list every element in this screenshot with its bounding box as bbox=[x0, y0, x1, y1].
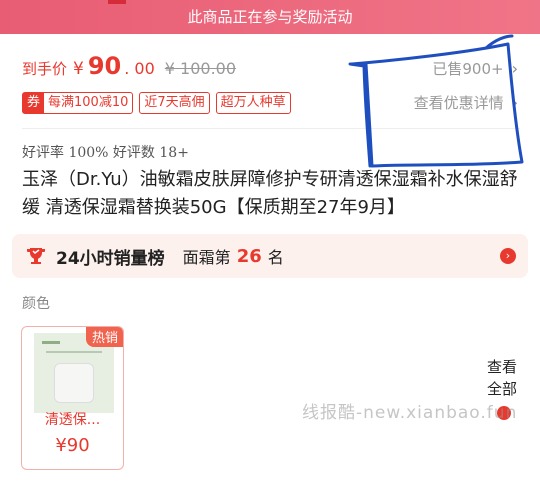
recommend-tag: 超万人种草 bbox=[215, 92, 291, 114]
price-label: 到手价 bbox=[22, 60, 68, 78]
sales-ranking-bar[interactable]: 24小时销量榜 面霜第 26 名 › bbox=[12, 234, 528, 278]
coupon-mark: 券 bbox=[23, 93, 45, 113]
banner-tab bbox=[108, 0, 126, 4]
ranking-title: 24小时销量榜 bbox=[56, 248, 165, 269]
arrow-right-icon: › bbox=[500, 248, 516, 264]
original-price: ¥ 100.00 bbox=[164, 59, 237, 78]
product-title: 玉泽（Dr.Yu）油敏霜皮肤屏障修护专研清透保湿霜补水保湿舒缓 清透保湿霜替换装… bbox=[22, 169, 518, 218]
watermark: 线报酷-new.xianbao.fun bbox=[302, 403, 518, 423]
high-commission-tag: 近7天高佣 bbox=[139, 92, 210, 114]
sku-option-card[interactable]: 热销 清透保... ¥90 bbox=[21, 326, 124, 470]
chevron-right-icon: › bbox=[511, 93, 518, 112]
banner-text: 此商品正在参与奖励活动 bbox=[187, 8, 353, 26]
sku-price: ¥90 bbox=[55, 435, 90, 456]
coupon-tag[interactable]: 券 每满100减10 bbox=[22, 92, 134, 114]
ranking-number: 26 bbox=[236, 245, 262, 267]
details-text: 查看优惠详情 bbox=[413, 94, 504, 112]
price-currency: ¥ bbox=[73, 59, 84, 79]
ranking-unit: 名 bbox=[267, 248, 284, 267]
sold-count[interactable]: 已售900+ › bbox=[432, 58, 518, 79]
thumbnail-line bbox=[42, 341, 60, 344]
activity-banner: 此商品正在参与奖励活动 bbox=[0, 0, 540, 34]
promo-tags: 券 每满100减10 近7天高佣 超万人种草 bbox=[22, 92, 291, 114]
price-row: 到手价 ¥ 90 . 00 ¥ 100.00 bbox=[22, 52, 236, 82]
divider bbox=[22, 128, 520, 129]
thumbnail-line bbox=[46, 351, 102, 353]
rating-summary: 好评率 100% 好评数 18+ bbox=[22, 145, 189, 161]
sku-name: 清透保... bbox=[44, 412, 101, 428]
price-decimal: . 00 bbox=[124, 59, 155, 78]
ranking-category: 面霜第 bbox=[182, 248, 231, 267]
hot-sale-badge: 热销 bbox=[85, 327, 123, 347]
view-all-button[interactable]: 查看全部 bbox=[487, 356, 527, 400]
jar-image bbox=[54, 363, 94, 403]
coupon-text: 每满100减10 bbox=[48, 95, 129, 110]
trophy-icon bbox=[27, 248, 45, 264]
color-label: 颜色 bbox=[22, 296, 50, 312]
view-offer-details-link[interactable]: 查看优惠详情 › bbox=[414, 92, 518, 113]
sold-text: 已售900+ bbox=[432, 60, 504, 78]
chevron-right-icon: › bbox=[511, 59, 518, 78]
price-integer: 90 bbox=[87, 52, 122, 80]
